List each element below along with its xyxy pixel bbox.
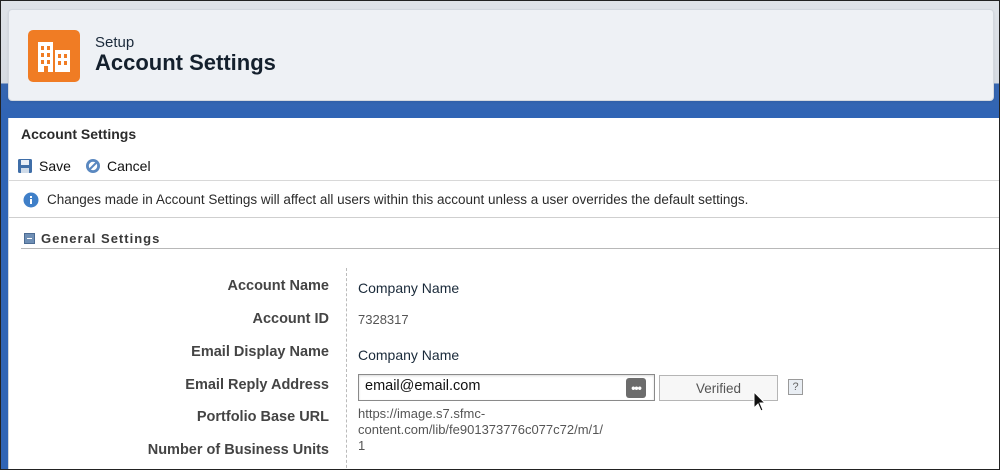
- label-value-divider: [346, 268, 347, 469]
- email-reply-address-label: Email Reply Address: [185, 377, 329, 393]
- business-units-label: Number of Business Units: [147, 442, 329, 458]
- toolbar-divider: [9, 180, 999, 181]
- email-display-name-value: Company Name: [358, 347, 460, 363]
- section-title: General Settings: [41, 231, 161, 246]
- info-message: Changes made in Account Settings will af…: [9, 182, 999, 218]
- app-window: Setup Account Settings Account Settings …: [0, 0, 1000, 470]
- section-general-settings[interactable]: General Settings: [21, 229, 999, 249]
- cancel-icon: [86, 159, 100, 173]
- header-subtitle: Setup: [95, 34, 135, 51]
- building-icon: [28, 30, 80, 82]
- url-line-1: https://image.s7.sfmc-: [358, 406, 486, 421]
- cancel-button[interactable]: Cancel: [85, 156, 151, 176]
- page-header: Setup Account Settings: [8, 9, 994, 101]
- account-name-value: Company Name: [358, 280, 460, 296]
- info-icon: [23, 192, 39, 207]
- url-line-3: 1: [358, 438, 366, 453]
- info-text: Changes made in Account Settings will af…: [47, 192, 749, 207]
- portfolio-base-url-value: https://image.s7.sfmc- content.com/lib/f…: [358, 406, 648, 454]
- settings-panel: Account Settings Save Cancel Changes mad…: [8, 118, 999, 469]
- save-label: Save: [39, 158, 71, 174]
- cancel-label: Cancel: [107, 158, 151, 174]
- url-line-2: content.com/lib/fe901373776c077c72/m/1/: [358, 422, 604, 437]
- page-title: Account Settings: [95, 50, 276, 75]
- portfolio-base-url-label: Portfolio Base URL: [196, 409, 329, 425]
- mouse-cursor-icon: [753, 391, 767, 412]
- more-options-button[interactable]: •••: [626, 378, 646, 398]
- email-display-name-label: Email Display Name: [191, 344, 329, 360]
- save-button[interactable]: Save: [17, 156, 71, 176]
- collapse-icon[interactable]: [24, 233, 35, 244]
- account-id-value: 7328317: [358, 312, 409, 327]
- help-icon[interactable]: ?: [788, 379, 803, 395]
- panel-title: Account Settings: [21, 126, 137, 142]
- account-id-label: Account ID: [252, 311, 329, 327]
- header-band: Setup Account Settings: [1, 1, 999, 118]
- account-name-label: Account Name: [227, 278, 329, 294]
- save-icon: [18, 159, 32, 173]
- email-reply-address-input[interactable]: email@email.com: [358, 374, 655, 401]
